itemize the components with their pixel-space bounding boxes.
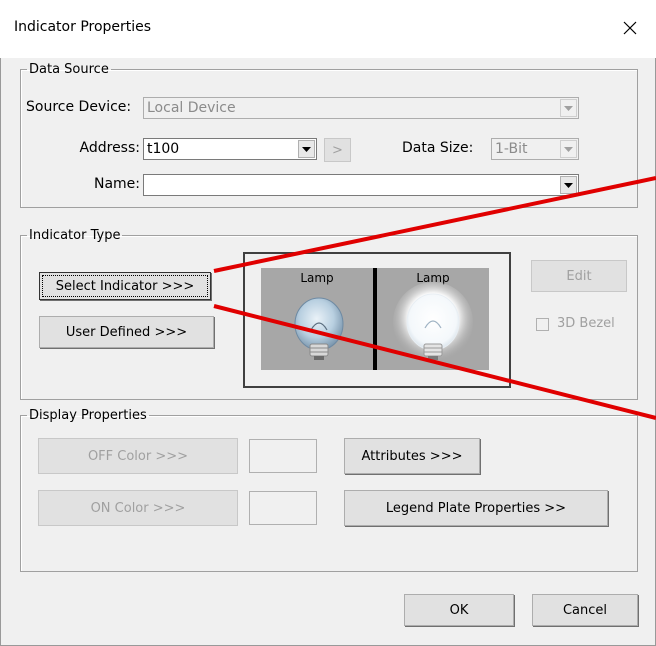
ok-button[interactable]: OK	[404, 594, 514, 626]
user-defined-button[interactable]: User Defined >>>	[39, 316, 214, 348]
window-title: Indicator Properties	[14, 19, 152, 35]
name-dropdown-arrow[interactable]	[560, 176, 577, 194]
data-size-value: 1-Bit	[495, 141, 528, 157]
data-size-label: Data Size:	[402, 140, 474, 156]
close-button[interactable]	[612, 10, 648, 46]
indicator-preview: Lamp Lamp	[243, 252, 511, 388]
lamp-on-preview: Lamp	[377, 268, 489, 370]
source-device-value: Local Device	[147, 100, 236, 116]
on-color-button[interactable]: ON Color >>>	[38, 490, 238, 526]
name-select[interactable]	[143, 174, 579, 196]
off-color-button[interactable]: OFF Color >>>	[38, 438, 238, 474]
chevron-down-icon	[302, 146, 311, 152]
edit-button[interactable]: Edit	[531, 260, 627, 292]
address-value: t100	[147, 141, 180, 157]
data-source-legend: Data Source	[29, 62, 109, 77]
chevron-down-icon	[564, 105, 573, 111]
legend-plate-properties-button[interactable]: Legend Plate Properties >>	[344, 490, 608, 526]
3d-bezel-label: 3D Bezel	[557, 316, 615, 331]
indicator-type-legend: Indicator Type	[29, 228, 121, 243]
select-indicator-button[interactable]: Select Indicator >>>	[39, 272, 211, 300]
bulb-on-icon	[393, 282, 473, 362]
address-dropdown-arrow[interactable]	[298, 140, 315, 158]
chevron-down-icon	[564, 182, 573, 188]
bulb-off-icon	[294, 297, 344, 360]
on-color-swatch	[249, 491, 317, 525]
off-color-swatch	[249, 439, 317, 473]
attributes-button[interactable]: Attributes >>>	[344, 438, 480, 474]
source-device-select[interactable]: Local Device	[143, 97, 579, 119]
name-label: Name:	[93, 176, 140, 192]
3d-bezel-checkbox[interactable]	[536, 318, 549, 331]
address-label: Address:	[79, 140, 140, 156]
source-device-dropdown-arrow[interactable]	[560, 99, 577, 117]
lamp-off-preview: Lamp	[261, 268, 373, 370]
address-select[interactable]: t100	[143, 138, 317, 160]
display-properties-legend: Display Properties	[29, 408, 147, 423]
chevron-down-icon	[564, 146, 573, 152]
data-size-select[interactable]: 1-Bit	[491, 138, 579, 160]
close-icon	[623, 21, 637, 35]
address-browse-button[interactable]: >	[324, 138, 351, 162]
source-device-label: Source Device:	[26, 99, 132, 115]
cancel-button[interactable]: Cancel	[532, 594, 638, 626]
data-size-dropdown-arrow[interactable]	[560, 140, 577, 158]
